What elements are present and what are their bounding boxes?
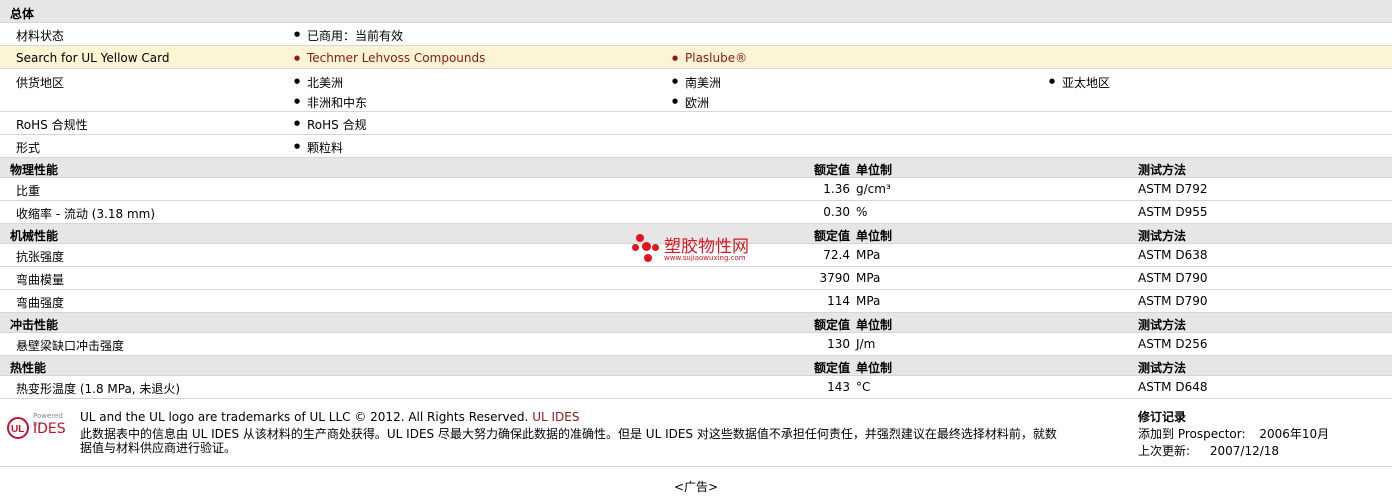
property-value: 3790 xyxy=(819,271,850,285)
rohs-label: RoHS 合规性 xyxy=(16,118,88,132)
section-title: 总体 xyxy=(10,7,35,21)
method-header: 测试方法 xyxy=(1138,229,1187,243)
property-value: 143 xyxy=(827,380,850,394)
region-item: 亚太地区 xyxy=(1049,74,1110,91)
nominal-header: 额定值 xyxy=(813,361,850,375)
property-unit: MPa xyxy=(856,248,881,262)
property-row: 收缩率 - 流动 (3.18 mm) 0.30 % ASTM D955 xyxy=(0,201,1392,224)
property-label: 弯曲强度 xyxy=(16,296,65,310)
watermark: 塑胶物性网 www.sujiaowuxing.com xyxy=(632,230,772,270)
property-unit: % xyxy=(856,205,868,219)
property-label: 抗张强度 xyxy=(16,250,65,264)
method-header: 测试方法 xyxy=(1138,318,1187,332)
section-general-header: 总体 xyxy=(0,0,1392,23)
section-impact-header: 冲击性能 额定值 单位制 测试方法 xyxy=(0,313,1392,333)
material-status-label: 材料状态 xyxy=(16,29,65,43)
unit-header: 单位制 xyxy=(856,163,893,177)
method-header: 测试方法 xyxy=(1138,163,1187,177)
property-method: ASTM D792 xyxy=(1138,182,1208,196)
section-physical-header: 物理性能 额定值 单位制 测试方法 xyxy=(0,158,1392,178)
nominal-header: 额定值 xyxy=(813,163,850,177)
trademark-line: UL and the UL logo are trademarks of UL … xyxy=(80,410,579,424)
property-method: ASTM D955 xyxy=(1138,205,1208,219)
material-status-value: 已商用：当前有效 xyxy=(294,27,403,44)
disclaimer-line-2: 据值与材料供应商进行验证。 xyxy=(80,441,237,455)
updated-value: 2007/12/18 xyxy=(1209,444,1280,458)
region-item: 非洲和中东 xyxy=(294,94,367,111)
watermark-dot xyxy=(636,234,644,242)
property-label: 弯曲模量 xyxy=(16,273,65,287)
rohs-row: RoHS 合规性 RoHS 合规 xyxy=(0,112,1392,135)
unit-header: 单位制 xyxy=(856,361,893,375)
watermark-dot xyxy=(644,254,652,262)
watermark-url: www.sujiaowuxing.com xyxy=(664,254,746,262)
region-item: 欧洲 xyxy=(672,94,709,111)
property-unit: J/m xyxy=(856,337,876,351)
property-row: 弯曲强度 114 MPa ASTM D790 xyxy=(0,290,1392,313)
revision-title: 修订记录 xyxy=(1138,410,1187,424)
trademark-text: UL and the UL logo are trademarks of UL … xyxy=(80,410,529,424)
property-value: 72.4 xyxy=(823,248,850,262)
nominal-header: 额定值 xyxy=(813,318,850,332)
property-value: 130 xyxy=(827,337,850,351)
section-title: 热性能 xyxy=(10,361,47,375)
logo-ides-text: IDES xyxy=(33,421,66,437)
property-label: 收缩率 - 流动 (3.18 mm) xyxy=(16,207,156,221)
ul-ides-logo: UL Powered by IDES xyxy=(6,410,72,440)
method-header: 测试方法 xyxy=(1138,361,1187,375)
regions-label: 供货地区 xyxy=(16,76,65,90)
region-item: 北美洲 xyxy=(294,74,343,91)
property-unit: °C xyxy=(856,380,871,394)
yellow-card-row: Search for UL Yellow Card Techmer Lehvos… xyxy=(0,46,1392,69)
ul-ides-link[interactable]: UL IDES xyxy=(532,410,579,424)
form-row: 形式 颗粒料 xyxy=(0,135,1392,158)
property-method: ASTM D648 xyxy=(1138,380,1208,394)
property-label: 比重 xyxy=(16,184,41,198)
property-label: 悬壁梁缺口冲击强度 xyxy=(16,339,125,353)
property-method: ASTM D638 xyxy=(1138,248,1208,262)
property-value: 114 xyxy=(827,294,850,308)
regions-row: 供货地区 北美洲 南美洲 亚太地区 非洲和中东 欧洲 xyxy=(0,69,1392,112)
form-value: 颗粒料 xyxy=(294,139,343,156)
property-label: 热变形温度 (1.8 MPa, 未退火) xyxy=(16,382,181,396)
property-unit: g/cm³ xyxy=(856,182,891,196)
unit-header: 单位制 xyxy=(856,229,893,243)
watermark-dot xyxy=(652,244,659,251)
unit-header: 单位制 xyxy=(856,318,893,332)
property-method: ASTM D256 xyxy=(1138,337,1208,351)
property-row: 悬壁梁缺口冲击强度 130 J/m ASTM D256 xyxy=(0,333,1392,356)
plaslube-link[interactable]: Plaslube® xyxy=(672,51,747,65)
ad-label: <广告> xyxy=(673,480,719,494)
property-value: 1.36 xyxy=(823,182,850,196)
added-row: 添加到 Prospector: 2006年10月 xyxy=(1138,425,1329,442)
section-title: 物理性能 xyxy=(10,163,59,177)
property-method: ASTM D790 xyxy=(1138,294,1208,308)
watermark-dot xyxy=(642,242,651,251)
nominal-header: 额定值 xyxy=(813,229,850,243)
footer: UL Powered by IDES UL and the UL logo ar… xyxy=(0,404,1392,467)
property-unit: MPa xyxy=(856,294,881,308)
datasheet: 总体 材料状态 已商用：当前有效 Search for UL Yellow Ca… xyxy=(0,0,1392,399)
updated-label: 上次更新: xyxy=(1138,444,1191,458)
section-title: 机械性能 xyxy=(10,229,59,243)
watermark-dot xyxy=(632,244,639,251)
techmer-link[interactable]: Techmer Lehvoss Compounds xyxy=(294,51,485,65)
added-value: 2006年10月 xyxy=(1259,427,1330,441)
section-title: 冲击性能 xyxy=(10,318,59,332)
region-item: 南美洲 xyxy=(672,74,721,91)
form-label: 形式 xyxy=(16,141,41,155)
yellow-card-label: Search for UL Yellow Card xyxy=(16,51,170,65)
updated-row: 上次更新: 2007/12/18 xyxy=(1138,442,1279,459)
added-label: 添加到 Prospector: xyxy=(1138,427,1246,441)
property-unit: MPa xyxy=(856,271,881,285)
svg-text:UL: UL xyxy=(11,424,24,435)
property-value: 0.30 xyxy=(823,205,850,219)
property-row: 比重 1.36 g/cm³ ASTM D792 xyxy=(0,178,1392,201)
property-method: ASTM D790 xyxy=(1138,271,1208,285)
property-row: 热变形温度 (1.8 MPa, 未退火) 143 °C ASTM D648 xyxy=(0,376,1392,399)
rohs-value: RoHS 合规 xyxy=(294,116,367,133)
material-status-row: 材料状态 已商用：当前有效 xyxy=(0,23,1392,46)
property-row: 弯曲模量 3790 MPa ASTM D790 xyxy=(0,267,1392,290)
section-thermal-header: 热性能 额定值 单位制 测试方法 xyxy=(0,356,1392,376)
